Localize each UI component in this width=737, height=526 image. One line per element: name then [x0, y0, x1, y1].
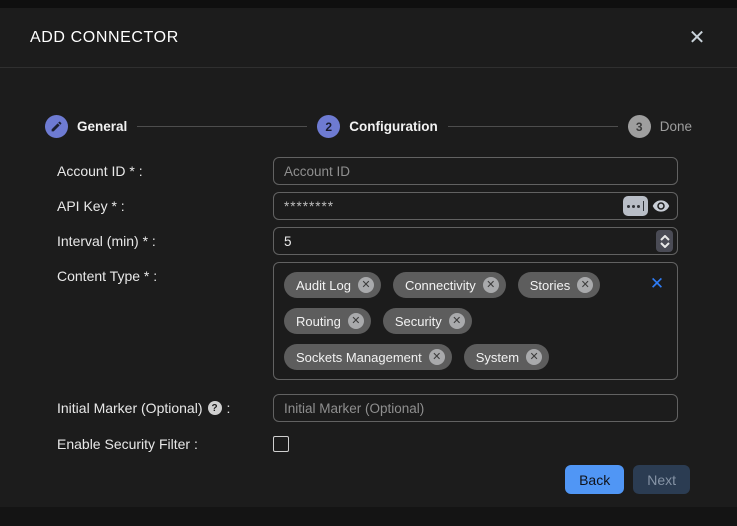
help-icon[interactable]: ?: [208, 401, 222, 415]
configuration-form: Account ID * : API Key * :: [0, 138, 737, 465]
page-background: ADD CONNECTOR ✕ General 2 Configuration …: [0, 0, 737, 526]
chevron-up-icon: [660, 235, 670, 241]
step-configuration[interactable]: 2 Configuration: [317, 115, 437, 138]
content-type-chip: Routing ✕: [284, 308, 371, 334]
content-type-chips: Audit Log✕Connectivity✕Stories✕Routing✕S…: [284, 272, 639, 370]
chip-remove-icon[interactable]: ✕: [429, 349, 445, 365]
initial-marker-label-text: Initial Marker (Optional): [57, 400, 203, 416]
account-id-input[interactable]: [273, 157, 678, 185]
account-id-label: Account ID * :: [57, 163, 273, 179]
pencil-icon: [50, 120, 63, 133]
initial-marker-input[interactable]: [273, 394, 678, 422]
chip-remove-icon[interactable]: ✕: [483, 277, 499, 293]
add-connector-dialog: ADD CONNECTOR ✕ General 2 Configuration …: [0, 8, 737, 507]
stepper-connector-line: [448, 126, 618, 127]
step-done-label: Done: [660, 119, 692, 134]
dialog-title: ADD CONNECTOR: [30, 29, 179, 47]
content-type-chip: Stories ✕: [518, 272, 600, 298]
step-general-circle: [45, 115, 68, 138]
content-type-chip: System ✕: [464, 344, 549, 370]
interval-label: Interval (min) * :: [57, 233, 273, 249]
chip-label: Connectivity: [405, 278, 476, 293]
chip-remove-icon[interactable]: ✕: [449, 313, 465, 329]
step-done-circle: 3: [628, 115, 651, 138]
content-type-chip: Sockets Management ✕: [284, 344, 452, 370]
content-type-multiselect[interactable]: Audit Log✕Connectivity✕Stories✕Routing✕S…: [273, 262, 678, 380]
api-key-row: API Key * :: [57, 192, 678, 220]
content-type-row: Content Type * : Audit Log ✕ Connectivity ✕…: [57, 262, 678, 380]
initial-marker-colon: :: [227, 400, 231, 416]
account-id-row: Account ID * :: [57, 157, 678, 185]
content-type-label: Content Type * :: [57, 262, 273, 284]
chip-label: Sockets Management: [296, 350, 422, 365]
next-button[interactable]: Next: [633, 465, 690, 494]
chip-remove-icon[interactable]: ✕: [358, 277, 374, 293]
step-configuration-label: Configuration: [349, 119, 437, 134]
number-stepper[interactable]: [656, 230, 673, 252]
chip-remove-icon[interactable]: ✕: [526, 349, 542, 365]
step-configuration-circle: 2: [317, 115, 340, 138]
chevron-down-icon: [660, 242, 670, 248]
interval-row: Interval (min) * :: [57, 227, 678, 255]
api-key-label: API Key * :: [57, 198, 273, 214]
step-general-label: General: [77, 119, 127, 134]
chip-remove-icon[interactable]: ✕: [577, 277, 593, 293]
stepper: General 2 Configuration 3 Done: [45, 115, 692, 138]
close-icon[interactable]: ✕: [683, 24, 711, 52]
interval-input[interactable]: [273, 227, 678, 255]
chip-label: Routing: [296, 314, 341, 329]
dialog-header: ADD CONNECTOR ✕: [0, 8, 737, 68]
chip-remove-icon[interactable]: ✕: [348, 313, 364, 329]
security-filter-checkbox[interactable]: [273, 436, 289, 452]
security-filter-row: Enable Security Filter :: [57, 430, 678, 458]
security-filter-label: Enable Security Filter :: [57, 436, 273, 452]
initial-marker-label: Initial Marker (Optional) ? :: [57, 400, 273, 416]
eye-icon[interactable]: [651, 196, 671, 216]
content-type-chip: Connectivity ✕: [393, 272, 506, 298]
stepper-connector-line: [137, 126, 307, 127]
page-bottom-strip: [0, 507, 737, 526]
step-done: 3 Done: [628, 115, 692, 138]
chip-label: Audit Log: [296, 278, 351, 293]
chip-label: Security: [395, 314, 442, 329]
initial-marker-row: Initial Marker (Optional) ? :: [57, 394, 678, 422]
clear-all-icon[interactable]: ✕: [645, 272, 669, 296]
back-button[interactable]: Back: [565, 465, 624, 494]
content-type-chip: Audit Log ✕: [284, 272, 381, 298]
chip-label: System: [476, 350, 519, 365]
step-general[interactable]: General: [45, 115, 127, 138]
autofill-icon[interactable]: [623, 196, 648, 216]
chip-label: Stories: [530, 278, 570, 293]
content-type-chip: Security ✕: [383, 308, 472, 334]
api-key-input[interactable]: [273, 192, 678, 220]
